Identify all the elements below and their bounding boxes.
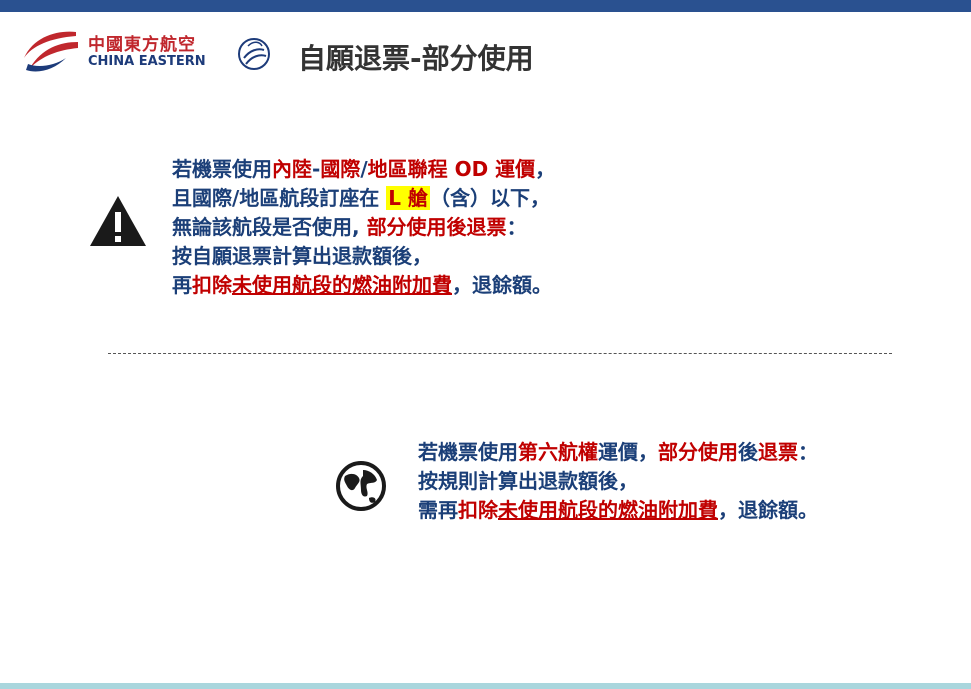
bottom-bar xyxy=(0,683,971,689)
text: 部分使用後退票 xyxy=(366,215,507,239)
text: ， xyxy=(535,157,556,181)
rule2-line-3: 需再扣除未使用航段的燃油附加費，退餘額。 xyxy=(418,496,918,525)
rule1-line-2: 且國際/地區航段訂座在 L 艙（含）以下， xyxy=(172,184,642,213)
text: 扣除 xyxy=(192,273,232,297)
text: 若機票使用 xyxy=(172,157,272,181)
text: 部分使用 xyxy=(658,440,738,464)
logo-chinese-text: 中國東方航空 xyxy=(88,35,196,55)
section-divider xyxy=(108,353,892,354)
rule2-line-1: 若機票使用第六航權運價，部分使用後退票： xyxy=(418,438,918,467)
rule1-line-4: 按自願退票計算出退款額後， xyxy=(172,244,432,268)
page-title: 自願退票-部分使用 xyxy=(298,42,534,75)
text: 內陸 xyxy=(272,157,312,181)
text: 後 xyxy=(738,440,758,464)
fuel-surcharge-text: 未使用航段的燃油附加費 xyxy=(498,498,718,522)
text: 無論該航段是否使用, xyxy=(172,215,367,239)
text: 退票 xyxy=(758,440,798,464)
text: 需再 xyxy=(418,498,458,522)
text: 且國際/地區航段訂座在 xyxy=(172,186,380,210)
text: 地區聯程 OD 運價 xyxy=(367,157,536,181)
text: ： xyxy=(798,440,818,464)
rule1-line-5: 再扣除未使用航段的燃油附加費，退餘額。 xyxy=(172,271,642,300)
text: 第六航權 xyxy=(518,440,598,464)
text: ： xyxy=(506,215,527,239)
text: 扣除 xyxy=(458,498,498,522)
fuel-surcharge-text: 未使用航段的燃油附加費 xyxy=(232,273,452,297)
text: 國際 xyxy=(320,157,361,181)
text: （含）以下， xyxy=(430,186,550,210)
text: / xyxy=(360,157,368,181)
text: 若機票使用 xyxy=(418,440,518,464)
rule-sixth-freedom: 若機票使用第六航權運價，部分使用後退票： 按規則計算出退款額後， 需再扣除未使用… xyxy=(418,438,918,525)
rule2-line-2: 按規則計算出退款額後， xyxy=(418,469,638,493)
top-bar xyxy=(0,0,971,12)
china-eastern-logo: 中國東方航空 CHINA EASTERN xyxy=(20,26,280,78)
text: ，退餘額。 xyxy=(452,273,552,297)
text: 再 xyxy=(172,273,192,297)
swallow-logo-icon xyxy=(24,31,78,72)
cabin-class-highlight: L 艙 xyxy=(386,186,430,210)
rule1-line-3: 無論該航段是否使用, 部分使用後退票： xyxy=(172,213,642,242)
rule-domestic-international: 若機票使用內陸-國際/地區聯程 OD 運價， 且國際/地區航段訂座在 L 艙（含… xyxy=(172,155,642,300)
globe-icon xyxy=(336,461,386,511)
warning-icon xyxy=(90,196,146,246)
logo-english-text: CHINA EASTERN xyxy=(88,54,206,69)
skyteam-logo-icon xyxy=(238,38,270,70)
rule1-line-1: 若機票使用內陸-國際/地區聯程 OD 運價， xyxy=(172,155,642,184)
text: ，退餘額。 xyxy=(718,498,818,522)
text: 運價， xyxy=(598,440,658,464)
